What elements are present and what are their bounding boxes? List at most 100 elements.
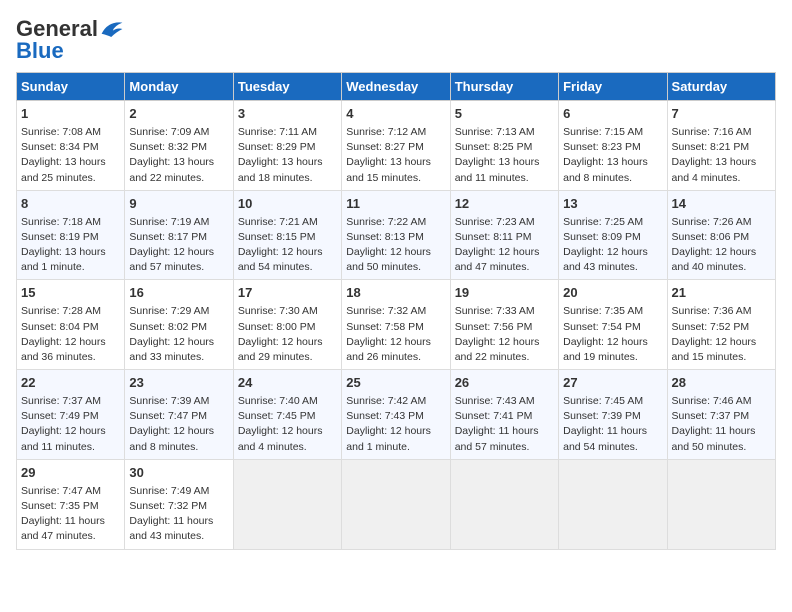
day-number: 15	[21, 284, 120, 303]
day-info: Sunrise: 7:18 AM	[21, 215, 120, 230]
day-info: Daylight: 12 hours and 40 minutes.	[672, 245, 771, 275]
calendar-cell: 12Sunrise: 7:23 AMSunset: 8:11 PMDayligh…	[450, 190, 558, 280]
day-info: Sunrise: 7:09 AM	[129, 125, 228, 140]
day-info: Sunset: 8:34 PM	[21, 140, 120, 155]
calendar-table: SundayMondayTuesdayWednesdayThursdayFrid…	[16, 72, 776, 550]
calendar-cell: 30Sunrise: 7:49 AMSunset: 7:32 PMDayligh…	[125, 459, 233, 549]
day-info: Daylight: 12 hours and 54 minutes.	[238, 245, 337, 275]
logo-blue-text: Blue	[16, 38, 64, 64]
day-number: 13	[563, 195, 662, 214]
day-number: 20	[563, 284, 662, 303]
day-number: 10	[238, 195, 337, 214]
day-info: Daylight: 13 hours and 15 minutes.	[346, 155, 445, 185]
day-info: Sunrise: 7:08 AM	[21, 125, 120, 140]
day-info: Daylight: 12 hours and 36 minutes.	[21, 335, 120, 365]
day-number: 4	[346, 105, 445, 124]
column-header-monday: Monday	[125, 73, 233, 101]
calendar-week-row: 29Sunrise: 7:47 AMSunset: 7:35 PMDayligh…	[17, 459, 776, 549]
day-info: Sunrise: 7:29 AM	[129, 304, 228, 319]
day-info: Sunrise: 7:30 AM	[238, 304, 337, 319]
day-info: Sunset: 7:49 PM	[21, 409, 120, 424]
day-number: 6	[563, 105, 662, 124]
day-info: Sunset: 7:37 PM	[672, 409, 771, 424]
calendar-cell: 7Sunrise: 7:16 AMSunset: 8:21 PMDaylight…	[667, 101, 775, 191]
day-info: Sunrise: 7:26 AM	[672, 215, 771, 230]
day-info: Sunset: 7:39 PM	[563, 409, 662, 424]
calendar-cell: 21Sunrise: 7:36 AMSunset: 7:52 PMDayligh…	[667, 280, 775, 370]
day-info: Sunset: 7:52 PM	[672, 320, 771, 335]
day-info: Daylight: 12 hours and 29 minutes.	[238, 335, 337, 365]
column-header-thursday: Thursday	[450, 73, 558, 101]
day-info: Sunrise: 7:32 AM	[346, 304, 445, 319]
day-number: 23	[129, 374, 228, 393]
day-info: Sunset: 8:21 PM	[672, 140, 771, 155]
day-number: 5	[455, 105, 554, 124]
day-info: Sunrise: 7:36 AM	[672, 304, 771, 319]
day-info: Sunset: 8:06 PM	[672, 230, 771, 245]
calendar-cell: 22Sunrise: 7:37 AMSunset: 7:49 PMDayligh…	[17, 370, 125, 460]
day-number: 26	[455, 374, 554, 393]
day-info: Sunrise: 7:21 AM	[238, 215, 337, 230]
day-info: Sunset: 8:29 PM	[238, 140, 337, 155]
day-number: 22	[21, 374, 120, 393]
column-header-tuesday: Tuesday	[233, 73, 341, 101]
calendar-cell: 29Sunrise: 7:47 AMSunset: 7:35 PMDayligh…	[17, 459, 125, 549]
calendar-cell: 15Sunrise: 7:28 AMSunset: 8:04 PMDayligh…	[17, 280, 125, 370]
calendar-cell: 26Sunrise: 7:43 AMSunset: 7:41 PMDayligh…	[450, 370, 558, 460]
day-info: Sunset: 8:25 PM	[455, 140, 554, 155]
logo-bird-icon	[100, 19, 124, 39]
day-info: Sunset: 8:04 PM	[21, 320, 120, 335]
day-number: 24	[238, 374, 337, 393]
day-info: Daylight: 12 hours and 4 minutes.	[238, 424, 337, 454]
day-info: Daylight: 13 hours and 8 minutes.	[563, 155, 662, 185]
day-number: 3	[238, 105, 337, 124]
calendar-cell: 16Sunrise: 7:29 AMSunset: 8:02 PMDayligh…	[125, 280, 233, 370]
day-info: Daylight: 12 hours and 19 minutes.	[563, 335, 662, 365]
day-info: Daylight: 11 hours and 47 minutes.	[21, 514, 120, 544]
calendar-cell: 23Sunrise: 7:39 AMSunset: 7:47 PMDayligh…	[125, 370, 233, 460]
calendar-cell: 8Sunrise: 7:18 AMSunset: 8:19 PMDaylight…	[17, 190, 125, 280]
day-info: Sunset: 8:32 PM	[129, 140, 228, 155]
calendar-cell	[342, 459, 450, 549]
day-info: Sunrise: 7:23 AM	[455, 215, 554, 230]
calendar-cell: 9Sunrise: 7:19 AMSunset: 8:17 PMDaylight…	[125, 190, 233, 280]
day-number: 2	[129, 105, 228, 124]
day-info: Daylight: 12 hours and 15 minutes.	[672, 335, 771, 365]
calendar-cell: 2Sunrise: 7:09 AMSunset: 8:32 PMDaylight…	[125, 101, 233, 191]
day-number: 19	[455, 284, 554, 303]
day-info: Daylight: 11 hours and 50 minutes.	[672, 424, 771, 454]
day-info: Sunrise: 7:42 AM	[346, 394, 445, 409]
calendar-cell: 18Sunrise: 7:32 AMSunset: 7:58 PMDayligh…	[342, 280, 450, 370]
day-info: Sunset: 8:13 PM	[346, 230, 445, 245]
day-info: Sunset: 8:23 PM	[563, 140, 662, 155]
page-header: General Blue	[16, 16, 776, 64]
day-info: Daylight: 11 hours and 54 minutes.	[563, 424, 662, 454]
day-info: Sunset: 7:54 PM	[563, 320, 662, 335]
calendar-cell: 11Sunrise: 7:22 AMSunset: 8:13 PMDayligh…	[342, 190, 450, 280]
day-number: 25	[346, 374, 445, 393]
day-info: Sunrise: 7:37 AM	[21, 394, 120, 409]
day-info: Sunset: 8:27 PM	[346, 140, 445, 155]
calendar-cell: 10Sunrise: 7:21 AMSunset: 8:15 PMDayligh…	[233, 190, 341, 280]
day-info: Sunrise: 7:12 AM	[346, 125, 445, 140]
day-number: 30	[129, 464, 228, 483]
day-number: 7	[672, 105, 771, 124]
day-info: Daylight: 12 hours and 47 minutes.	[455, 245, 554, 275]
day-info: Sunset: 8:19 PM	[21, 230, 120, 245]
logo: General Blue	[16, 16, 124, 64]
calendar-cell	[450, 459, 558, 549]
day-number: 16	[129, 284, 228, 303]
day-info: Daylight: 13 hours and 1 minute.	[21, 245, 120, 275]
day-info: Daylight: 12 hours and 22 minutes.	[455, 335, 554, 365]
column-header-sunday: Sunday	[17, 73, 125, 101]
day-number: 9	[129, 195, 228, 214]
calendar-cell: 17Sunrise: 7:30 AMSunset: 8:00 PMDayligh…	[233, 280, 341, 370]
day-number: 28	[672, 374, 771, 393]
day-info: Daylight: 13 hours and 25 minutes.	[21, 155, 120, 185]
calendar-cell: 4Sunrise: 7:12 AMSunset: 8:27 PMDaylight…	[342, 101, 450, 191]
day-info: Sunset: 7:56 PM	[455, 320, 554, 335]
day-number: 27	[563, 374, 662, 393]
day-number: 18	[346, 284, 445, 303]
calendar-week-row: 1Sunrise: 7:08 AMSunset: 8:34 PMDaylight…	[17, 101, 776, 191]
day-info: Sunset: 7:35 PM	[21, 499, 120, 514]
